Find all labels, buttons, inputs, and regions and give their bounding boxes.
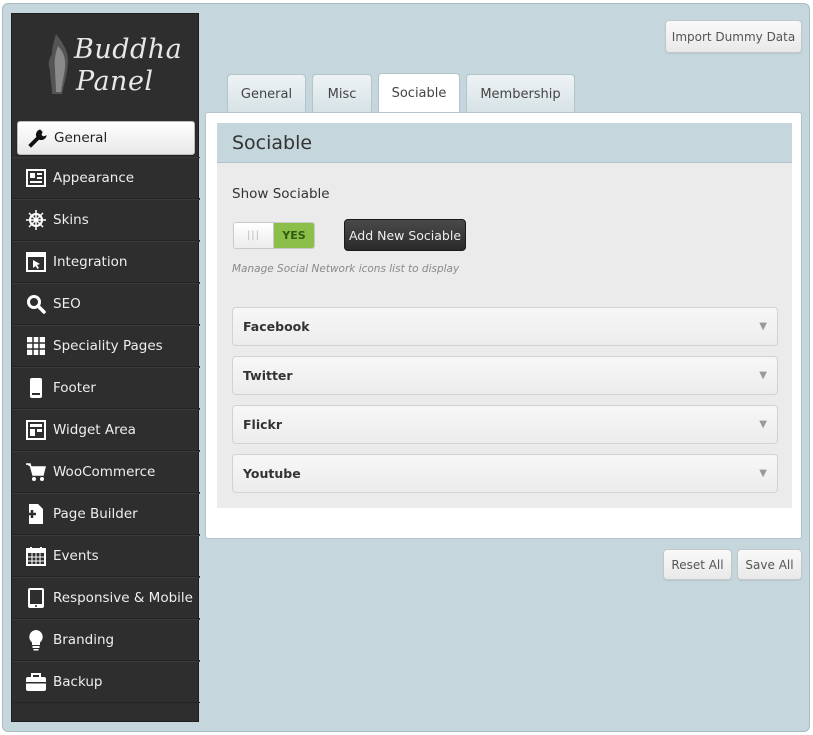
sidebar-item-responsive-mobile[interactable]: Responsive & Mobile (12, 577, 200, 619)
sociable-item-youtube[interactable]: Youtube ▼ (232, 454, 778, 493)
sociable-item-label: Facebook (243, 319, 310, 334)
sidebar-item-branding[interactable]: Branding (12, 619, 200, 661)
sidebar-item-label: Footer (53, 380, 96, 396)
lightbulb-icon (25, 629, 47, 651)
buddha-logo-icon (48, 34, 68, 94)
import-dummy-data-button[interactable]: Import Dummy Data (665, 20, 802, 53)
search-icon (25, 293, 47, 315)
section-title: Sociable (217, 123, 792, 163)
tab-sociable[interactable]: Sociable (378, 73, 460, 113)
show-sociable-label: Show Sociable (232, 186, 330, 202)
sidebar-item-label: General (54, 130, 108, 146)
sidebar-item-label: Integration (53, 254, 128, 270)
sidebar-item-appearance[interactable]: Appearance (12, 157, 200, 199)
sidebar-item-events[interactable]: Events (12, 535, 200, 577)
briefcase-icon (25, 671, 47, 693)
sidebar-item-label: Widget Area (53, 422, 136, 438)
logo-line2: Panel (76, 66, 154, 97)
sidebar-item-backup[interactable]: Backup (12, 661, 200, 703)
reset-all-button[interactable]: Reset All (663, 549, 732, 580)
toggle-knob: ||| (234, 223, 274, 248)
cart-icon (25, 461, 47, 483)
sidebar-nav: General Appearance Skins Integration SEO (12, 119, 200, 703)
section-body: Show Sociable ||| YES Add New Sociable M… (217, 163, 792, 508)
sociable-item-label: Youtube (243, 466, 301, 481)
tab-membership[interactable]: Membership (466, 74, 575, 113)
dropdown-arrow-icon: ▼ (759, 468, 767, 479)
sociable-item-label: Twitter (243, 368, 293, 383)
layout-icon (25, 419, 47, 441)
save-all-button[interactable]: Save All (737, 549, 802, 580)
sidebar-item-label: Appearance (53, 170, 135, 186)
dropdown-arrow-icon: ▼ (759, 370, 767, 381)
tablet-icon (25, 587, 47, 609)
sidebar-item-label: Responsive & Mobile (53, 590, 193, 606)
sociable-hint: Manage Social Network icons list to disp… (232, 263, 460, 275)
sidebar-item-label: Page Builder (53, 506, 138, 522)
page-add-icon (25, 503, 47, 525)
sidebar-item-label: Skins (53, 212, 89, 228)
logo-text: Buddha Panel (74, 34, 182, 98)
sidebar-item-general[interactable]: General (17, 121, 195, 155)
settings-panel: Sociable Show Sociable ||| YES Add New S… (205, 112, 802, 539)
sidebar-item-integration[interactable]: Integration (12, 241, 200, 283)
sociable-item-facebook[interactable]: Facebook ▼ (232, 307, 778, 346)
ship-wheel-icon (25, 209, 47, 231)
logo-line1: Buddha (74, 34, 183, 65)
sidebar-item-page-builder[interactable]: Page Builder (12, 493, 200, 535)
sociable-item-flickr[interactable]: Flickr ▼ (232, 405, 778, 444)
show-sociable-toggle[interactable]: ||| YES (233, 222, 315, 249)
grid-icon (25, 335, 47, 357)
window-cursor-icon (25, 251, 47, 273)
sidebar-item-skins[interactable]: Skins (12, 199, 200, 241)
tab-general[interactable]: General (227, 74, 306, 113)
sidebar-item-label: SEO (53, 296, 81, 312)
sidebar: Buddha Panel General Appearance Skins In… (11, 13, 200, 722)
sidebar-item-woocommerce[interactable]: WooCommerce (12, 451, 200, 493)
sociable-item-twitter[interactable]: Twitter ▼ (232, 356, 778, 395)
sidebar-item-widget-area[interactable]: Widget Area (12, 409, 200, 451)
wrench-icon (26, 127, 48, 149)
tab-misc[interactable]: Misc (312, 74, 372, 113)
add-new-sociable-button[interactable]: Add New Sociable (344, 219, 466, 251)
sidebar-item-speciality-pages[interactable]: Speciality Pages (12, 325, 200, 367)
phone-device-icon (25, 377, 47, 399)
sidebar-item-footer[interactable]: Footer (12, 367, 200, 409)
sociable-item-label: Flickr (243, 417, 282, 432)
toggle-on-label: YES (274, 223, 314, 248)
dropdown-arrow-icon: ▼ (759, 419, 767, 430)
sidebar-item-label: WooCommerce (53, 464, 156, 480)
sidebar-item-label: Events (53, 548, 99, 564)
dropdown-arrow-icon: ▼ (759, 321, 767, 332)
newspaper-icon (25, 167, 47, 189)
sidebar-item-seo[interactable]: SEO (12, 283, 200, 325)
sidebar-item-label: Backup (53, 674, 103, 690)
calendar-icon (25, 545, 47, 567)
sidebar-item-label: Branding (53, 632, 115, 648)
sidebar-item-label: Speciality Pages (53, 338, 163, 354)
logo: Buddha Panel (12, 14, 200, 119)
